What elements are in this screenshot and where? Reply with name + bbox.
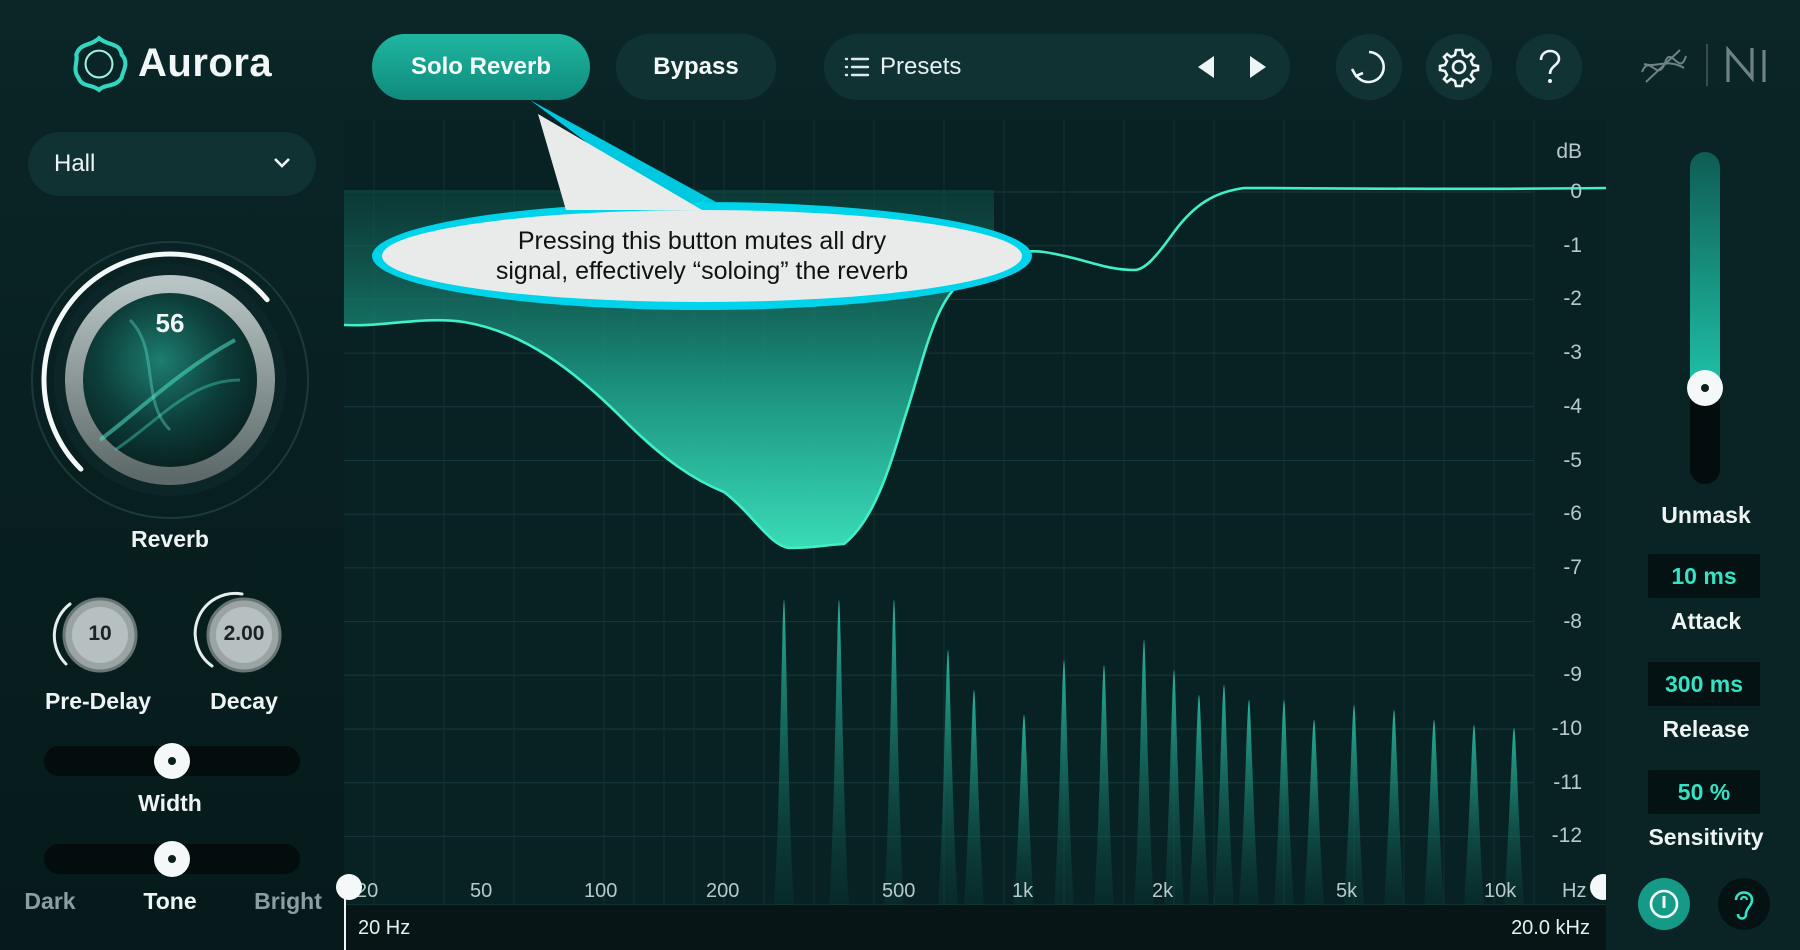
power-toggle-button[interactable]	[1638, 878, 1690, 930]
release-label: Release	[1662, 716, 1750, 742]
list-icon	[844, 57, 870, 77]
next-preset-icon[interactable]	[1242, 52, 1272, 82]
width-slider[interactable]	[44, 743, 300, 779]
frequency-tick-label: 2k	[1152, 880, 1174, 902]
callout-line-2: signal, effectively “soloing” the reverb	[495, 257, 909, 285]
frequency-tick-label: 500	[882, 880, 916, 902]
unmask-slider[interactable]	[1690, 152, 1720, 484]
aurora-logo-icon	[73, 35, 128, 93]
history-icon	[1350, 50, 1385, 84]
decay-label: Decay	[210, 688, 278, 714]
db-tick-label: -12	[1551, 824, 1582, 848]
width-slider-thumb[interactable]	[154, 743, 190, 779]
frequency-tick-label: 100	[584, 880, 618, 902]
frequency-tick-label: 1k	[1012, 880, 1034, 902]
presets-bar[interactable]: Presets	[824, 34, 1290, 100]
db-tick-label: -3	[1563, 341, 1582, 365]
decay-value: 2.00	[223, 622, 265, 645]
unmask-slider-thumb[interactable]	[1687, 369, 1723, 406]
db-tick-label: -10	[1551, 717, 1582, 740]
tone-label: Tone	[143, 888, 197, 914]
previous-preset-icon[interactable]	[1192, 52, 1222, 82]
help-button[interactable]	[1516, 34, 1582, 100]
aurora-plugin-window: Aurora Solo Reverb Bypass Presets Hall 5…	[0, 0, 1800, 950]
solo-reverb-button[interactable]: Solo Reverb	[372, 34, 590, 100]
bypass-button[interactable]: Bypass	[616, 34, 776, 100]
gear-icon	[1438, 48, 1480, 88]
reverb-mode-select[interactable]: Hall	[28, 132, 316, 196]
frequency-range-bar: 20 Hz 20.0 kHz	[344, 887, 1606, 950]
question-icon	[1539, 49, 1561, 83]
reverb-label: Reverb	[131, 526, 209, 552]
izotope-logo-icon	[1641, 49, 1687, 83]
unmask-slider-fill	[1690, 152, 1720, 388]
pre-delay-label: Pre-Delay	[44, 688, 152, 714]
app-title: Aurora	[138, 40, 273, 85]
release-value[interactable]: 300 ms	[1648, 662, 1760, 706]
tone-slider[interactable]	[44, 841, 300, 877]
db-tick-label: -7	[1563, 555, 1582, 579]
left-panel: Hall 56 Reverb 10 Pre-Delay 2.00 Decay W…	[0, 110, 344, 950]
db-tick-label: -8	[1563, 609, 1582, 633]
frequency-tick-label: 50	[470, 880, 493, 902]
reverb-knob[interactable]	[20, 230, 320, 530]
width-label: Width	[138, 790, 202, 816]
frequency-tick-label: Hz	[1562, 880, 1587, 902]
presets-label: Presets	[880, 53, 962, 80]
range-low-handle[interactable]	[336, 874, 362, 900]
db-tick-label: -4	[1563, 394, 1582, 418]
ear-icon	[1734, 891, 1754, 920]
frequency-tick-label: 5k	[1336, 880, 1358, 902]
db-tick-label: -1	[1563, 233, 1582, 257]
sensitivity-value[interactable]: 50 %	[1648, 770, 1760, 814]
tone-slider-thumb[interactable]	[154, 841, 190, 877]
power-icon	[1649, 889, 1679, 919]
right-panel: Unmask 10 ms Attack 300 ms Release 50 % …	[1606, 110, 1800, 950]
aurora-logo: Aurora	[68, 28, 272, 98]
attack-label: Attack	[1670, 608, 1742, 634]
callout-line-1: Pressing this button mutes all dry	[517, 227, 887, 255]
attack-value[interactable]: 10 ms	[1648, 554, 1760, 598]
reverb-mode-value: Hall	[54, 150, 96, 177]
db-tick-label: -5	[1563, 448, 1582, 472]
unmask-label: Unmask	[1661, 502, 1751, 528]
settings-button[interactable]	[1426, 34, 1492, 100]
history-button[interactable]	[1336, 34, 1402, 100]
unmask-thumb-dot	[1701, 383, 1709, 392]
db-unit-label: dB	[1556, 140, 1582, 163]
callout-text: Pressing this button mutes all dry signa…	[432, 226, 972, 286]
sensitivity-label: Sensitivity	[1648, 824, 1764, 850]
reverb-value: 56	[155, 308, 185, 338]
db-tick-label: -9	[1563, 663, 1582, 687]
db-tick-label: 0	[1570, 180, 1582, 203]
tone-bright-label: Bright	[254, 888, 322, 914]
frequency-tick-label: 200	[706, 880, 740, 902]
range-high-label: 20.0 kHz	[1511, 917, 1590, 939]
brand-divider	[1706, 44, 1708, 86]
listen-button[interactable]	[1718, 878, 1770, 930]
db-tick-label: -6	[1563, 502, 1582, 526]
range-low-label: 20 Hz	[358, 917, 411, 939]
db-tick-label: -11	[1553, 770, 1582, 794]
tone-dark-label: Dark	[24, 888, 76, 914]
native-instruments-logo-icon	[1726, 45, 1766, 83]
pre-delay-value: 10	[88, 622, 112, 645]
frequency-tick-label: 10k	[1484, 880, 1517, 902]
chevron-down-icon	[274, 158, 290, 168]
db-tick-label: -2	[1563, 287, 1582, 311]
